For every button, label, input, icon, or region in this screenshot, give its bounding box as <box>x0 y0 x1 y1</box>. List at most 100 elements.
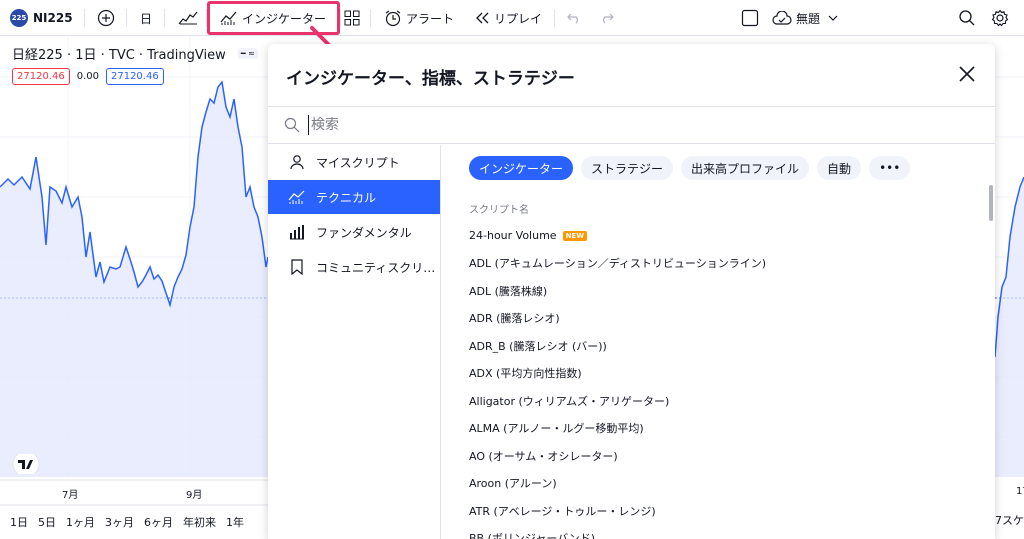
alert-button[interactable]: アラート <box>384 0 454 36</box>
range-1d-button[interactable]: 1日 <box>10 514 28 530</box>
alarm-clock-icon <box>385 10 401 27</box>
list-item-label: ADR_B (騰落レシオ (バー)) <box>469 339 607 353</box>
divider <box>164 9 165 27</box>
plus-circle-icon <box>97 9 115 27</box>
range-3m-button[interactable]: 3ヶ月 <box>105 514 134 530</box>
sidebar-item-label: コミュニティスクリ… <box>316 260 436 275</box>
search-button[interactable] <box>958 0 976 36</box>
range-selector: 1日 5日 1ヶ月 3ヶ月 6ヶ月 年初来 1年 <box>0 510 268 534</box>
search-icon <box>959 10 975 26</box>
alert-label: アラート <box>406 11 455 26</box>
sidebar-item-community[interactable]: コミュニティスクリ… <box>268 250 440 284</box>
list-item-label: BB (ボリンジャーバンド) <box>469 532 596 539</box>
new-badge: NEW <box>562 230 587 241</box>
list-item-label: Alligator (ウィリアムズ・アリゲーター) <box>469 394 670 408</box>
legend-toggle-icon[interactable]: ━ ≈ <box>237 48 258 59</box>
list-item[interactable]: ATR (アベレージ・トゥルー・レンジ) <box>469 497 969 525</box>
close-icon[interactable] <box>957 64 977 84</box>
list-header: スクリプト名 <box>469 205 529 216</box>
bookmark-icon <box>291 259 303 275</box>
range-ytd-button[interactable]: 年初来 <box>183 514 216 530</box>
top-toolbar: 225 NI225 日 インジケーター アラート リプレイ 無題 <box>0 0 1024 36</box>
redo-icon <box>603 13 614 24</box>
chip-indicators[interactable]: インジケーター <box>469 156 574 180</box>
list-item[interactable]: ALMA (アルノー・ルグー移動平均) <box>469 415 969 443</box>
chip-volume-profile[interactable]: 出来高プロファイル <box>681 156 810 180</box>
ask-price: 27120.46 <box>105 68 164 85</box>
list-item-label: ATR (アベレージ・トゥルー・レンジ) <box>469 504 656 518</box>
list-item[interactable]: ADL (騰落株線) <box>469 277 969 305</box>
time-label: 7月 <box>62 490 79 501</box>
search-row <box>268 106 995 144</box>
bar-chart-icon <box>290 225 304 240</box>
list-item-label: AO (オーサム・オシレーター) <box>469 449 618 463</box>
layout-name: 無題 <box>796 11 821 26</box>
list-item[interactable]: 24-hour Volume NEW <box>469 222 969 250</box>
replay-label: リプレイ <box>494 11 543 26</box>
list-item[interactable]: ADR (騰落レシオ) <box>469 305 969 333</box>
bid-price: 27120.46 <box>12 68 70 85</box>
list-item-label: ADL (騰落株線) <box>469 284 548 298</box>
symbol-search-button[interactable]: 225 NI225 <box>10 0 73 36</box>
undo-button[interactable] <box>567 0 581 36</box>
list-item[interactable]: ADX (平均方向性指数) <box>469 360 969 388</box>
indicators-dialog: インジケーター、指標、ストラテジー マイスクリプト テクニカル ファンダメンタル… <box>268 44 995 539</box>
filter-chips: インジケーター ストラテジー 出来高プロファイル 自動 ••• <box>469 156 918 180</box>
list-item[interactable]: BB (ボリンジャーバンド) <box>469 525 969 539</box>
compare-symbol-button[interactable] <box>97 0 115 36</box>
list-item[interactable]: Aroon (アルーン) <box>469 470 969 498</box>
undo-icon <box>567 13 578 24</box>
list-item-label: Aroon (アルーン) <box>469 477 557 491</box>
list-item-label: ADL (アキュムレーション／ディストリビューションライン) <box>469 257 766 271</box>
list-item[interactable]: ADR_B (騰落レシオ (バー)) <box>469 332 969 360</box>
chip-auto[interactable]: 自動 <box>817 156 862 180</box>
time-label: 17 <box>1016 486 1024 497</box>
sidebar-item-label: テクニカル <box>316 190 377 205</box>
script-list-panel: インジケーター ストラテジー 出来高プロファイル 自動 ••• スクリプト名 2… <box>441 145 995 539</box>
price-change: 0.00 <box>76 71 99 82</box>
sidebar-item-label: ファンダメンタル <box>316 225 412 240</box>
settings-button[interactable] <box>991 0 1009 36</box>
search-icon <box>284 117 300 133</box>
interval-button[interactable]: 日 <box>140 0 152 36</box>
rewind-icon <box>476 12 489 24</box>
chart-style-button[interactable] <box>178 0 198 36</box>
scale-label: 7スケ <box>995 514 1024 527</box>
list-item[interactable]: Alligator (ウィリアムズ・アリゲーター) <box>469 387 969 415</box>
list-scrollbar[interactable] <box>989 185 993 221</box>
chevron-down-icon <box>828 15 838 21</box>
chip-strategies[interactable]: ストラテジー <box>581 156 674 180</box>
range-6m-button[interactable]: 6ヶ月 <box>144 514 173 530</box>
divider <box>84 9 85 27</box>
sidebar-item-my-scripts[interactable]: マイスクリプト <box>268 145 440 179</box>
range-1m-button[interactable]: 1ヶ月 <box>66 514 95 530</box>
more-chips-button[interactable]: ••• <box>869 156 911 180</box>
range-1y-button[interactable]: 1年 <box>226 514 244 530</box>
dialog-title: インジケーター、指標、ストラテジー <box>286 69 575 89</box>
list-item-label: ALMA (アルノー・ルグー移動平均) <box>469 422 644 436</box>
script-list: 24-hour Volume NEW ADL (アキュムレーション／ディストリビュ… <box>469 222 969 539</box>
layout-select-button[interactable] <box>741 0 759 36</box>
list-item[interactable]: ADL (アキュムレーション／ディストリビューションライン) <box>469 250 969 278</box>
range-5d-button[interactable]: 5日 <box>38 514 56 530</box>
replay-button[interactable]: リプレイ <box>474 0 542 36</box>
symbol-logo-icon: 225 <box>10 9 28 27</box>
time-label: 9月 <box>186 490 203 501</box>
search-input[interactable] <box>308 115 908 135</box>
sidebar-item-technical[interactable]: テクニカル <box>268 180 440 214</box>
divider <box>554 9 555 27</box>
sidebar-item-fundamental[interactable]: ファンダメンタル <box>268 215 440 249</box>
category-sidebar: マイスクリプト テクニカル ファンダメンタル コミュニティスクリ… <box>268 145 441 539</box>
list-item[interactable]: AO (オーサム・オシレーター) <box>469 442 969 470</box>
save-layout-button[interactable]: 無題 <box>772 0 838 36</box>
time-axis[interactable]: 7月 9月 <box>0 480 268 502</box>
symbol-label: NI225 <box>33 11 73 25</box>
price-area <box>0 82 268 477</box>
chart-legend: 日経225 · 1日 · TVC · TradingView ━ ≈ <box>12 44 258 63</box>
divider <box>126 9 127 27</box>
gear-icon <box>991 9 1009 27</box>
interval-label: 日 <box>140 11 153 26</box>
price-readout: 27120.46 0.00 27120.46 <box>12 68 164 85</box>
list-item-label: 24-hour Volume <box>469 229 557 243</box>
redo-button[interactable] <box>600 0 614 36</box>
